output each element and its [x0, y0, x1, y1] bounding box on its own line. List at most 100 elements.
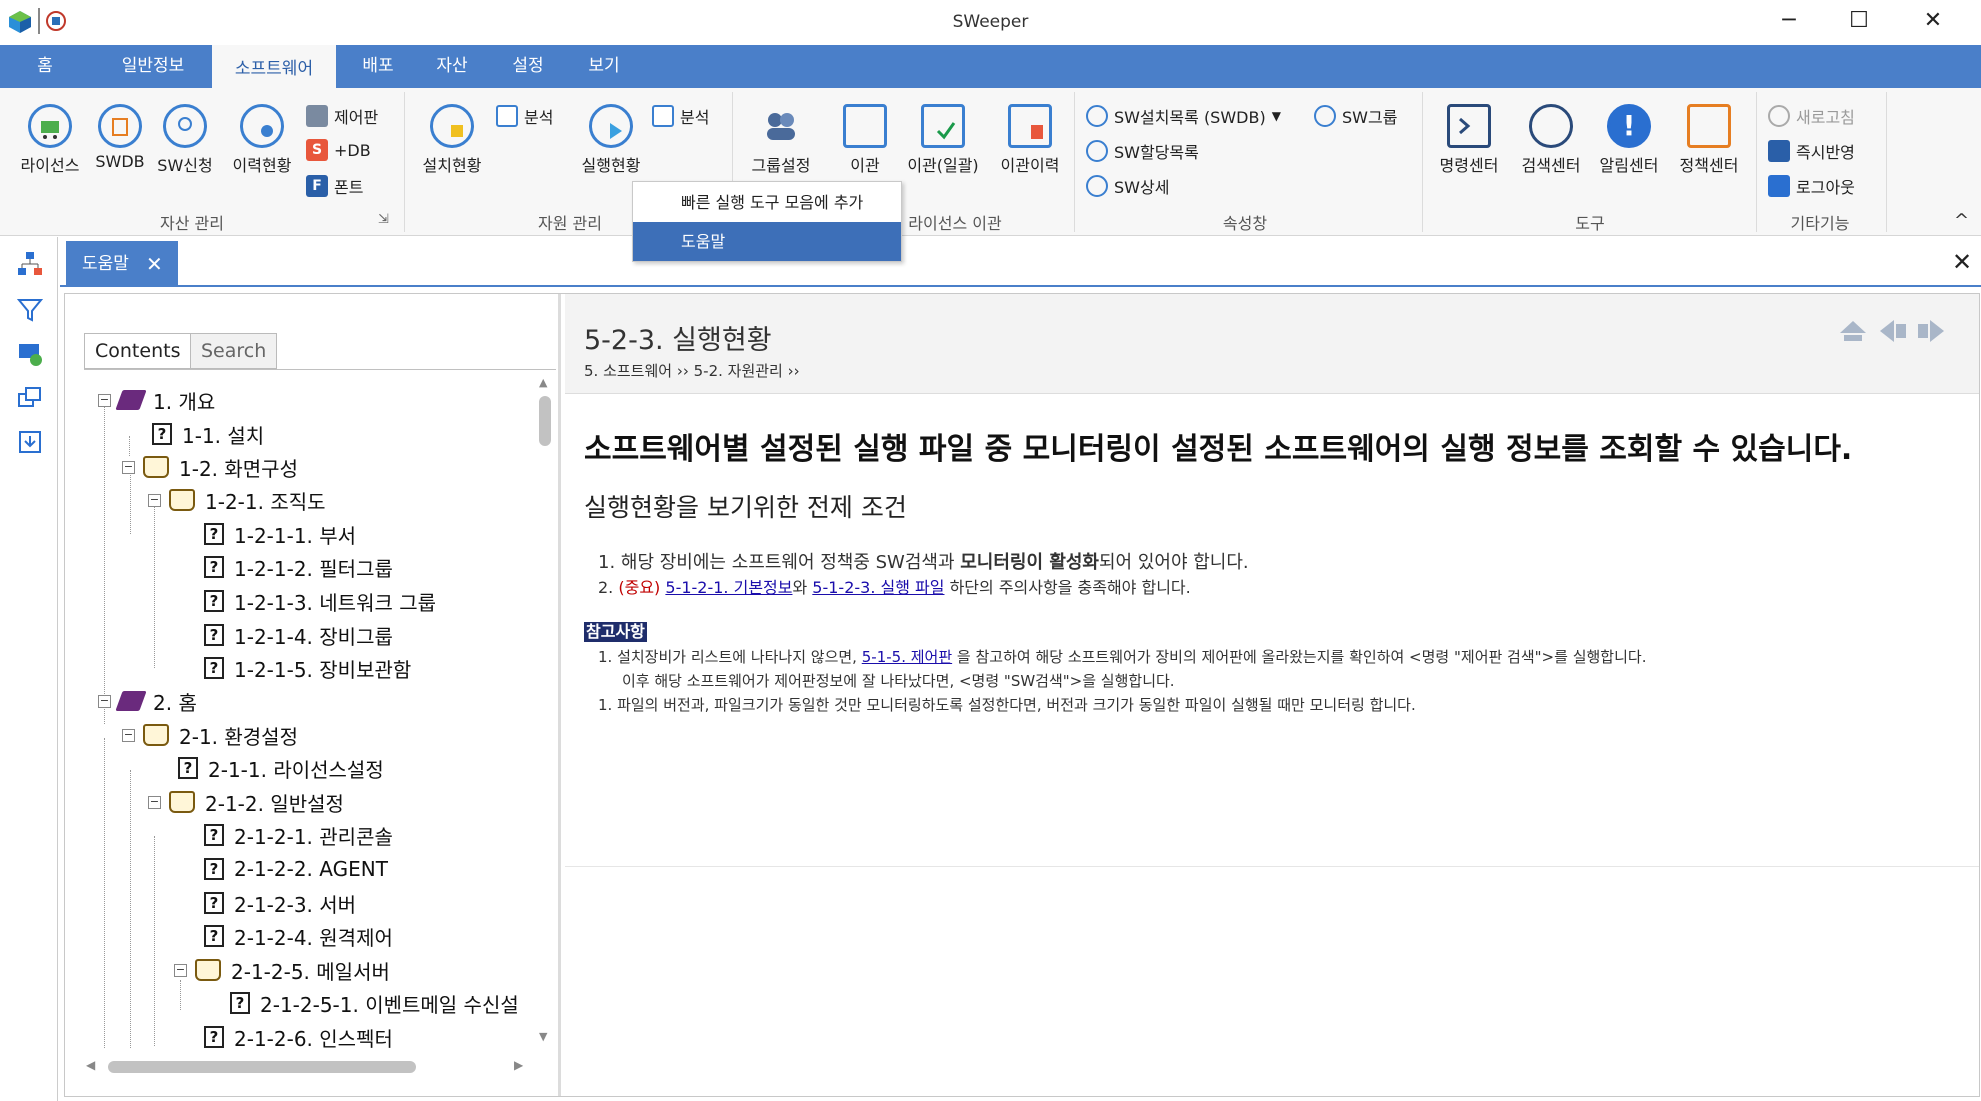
analyze-button-1[interactable]: 분석	[496, 104, 553, 128]
alert-center-button[interactable]: ! 알림센터	[1588, 104, 1670, 176]
group-setting-button[interactable]: 그룹설정	[740, 104, 822, 176]
menu-item-add-to-quick-access[interactable]: 빠른 실행 도구 모음에 추가	[633, 183, 901, 222]
sw-group-button[interactable]: SW그룹	[1314, 104, 1397, 128]
tab-settings[interactable]: 설정	[496, 45, 560, 88]
collapse-toggle-icon[interactable]: −	[174, 963, 187, 977]
tree-node[interactable]: − 1. 개요	[98, 385, 215, 415]
policy-center-button[interactable]: 정책센터	[1668, 104, 1750, 176]
scroll-left-icon[interactable]: ◀	[86, 1058, 95, 1072]
tab-software[interactable]: 소프트웨어	[212, 45, 336, 88]
tree-node[interactable]: ? 2-1-2-1. 관리콘솔	[204, 820, 393, 850]
sw-install-list-button[interactable]: SW설치목록 (SWDB) ▼	[1086, 104, 1281, 128]
link-basic-info[interactable]: 5-1-2-1. 기본정보	[665, 578, 792, 597]
filter-icon[interactable]	[16, 296, 44, 324]
menu-item-help[interactable]: 도움말	[633, 222, 901, 261]
next-page-icon[interactable]	[1916, 318, 1946, 344]
tree-node[interactable]: ? 1-1. 설치	[152, 419, 264, 449]
device-group-icon[interactable]	[16, 384, 44, 412]
link-control-panel[interactable]: 5-1-5. 제어판	[862, 648, 952, 666]
maximize-button[interactable]: ☐	[1824, 0, 1894, 45]
home-up-icon[interactable]	[1838, 318, 1868, 344]
sw-assign-list-button[interactable]: SW할당목록	[1086, 139, 1199, 163]
sw-assign-list-label: SW할당목록	[1114, 143, 1199, 162]
add-db-button[interactable]: S +DB	[306, 139, 371, 161]
collapse-toggle-icon[interactable]: −	[148, 493, 161, 507]
tree-node[interactable]: ? 1-2-1-2. 필터그룹	[204, 552, 393, 582]
scroll-down-icon[interactable]: ▼	[539, 1030, 547, 1043]
tree-node[interactable]: − 2. 홈	[98, 686, 197, 716]
sw-detail-button[interactable]: SW상세	[1086, 174, 1169, 198]
command-center-button[interactable]: 명령센터	[1428, 104, 1510, 176]
close-panel-icon[interactable]: ✕	[1952, 248, 1972, 276]
logout-button[interactable]: 로그아웃	[1768, 174, 1855, 198]
font-icon: F	[306, 175, 328, 197]
tree-node[interactable]: − 1-2. 화면구성	[122, 452, 298, 482]
link-executable-file[interactable]: 5-1-2-3. 실행 파일	[812, 578, 944, 597]
tree-node[interactable]: ? 2-1-2-4. 원격제어	[204, 921, 393, 951]
collapse-toggle-icon[interactable]: −	[98, 694, 111, 708]
tree-vertical-scrollbar[interactable]	[535, 372, 553, 1048]
collapse-toggle-icon[interactable]: −	[122, 728, 135, 742]
tree-node[interactable]: ? 1-2-1-5. 장비보관함	[204, 653, 411, 683]
transfer-history-button[interactable]: 이관이력	[990, 104, 1070, 176]
tab-general-info[interactable]: 일반정보	[100, 45, 206, 88]
scroll-up-icon[interactable]: ▲	[539, 376, 547, 389]
device-storage-icon[interactable]	[16, 428, 44, 456]
transfer-button[interactable]: 이관	[830, 104, 900, 176]
breadcrumb[interactable]: 5. 소프트웨어 ›› 5-2. 자원관리 ››	[584, 360, 800, 381]
minimize-button[interactable]: ─	[1754, 0, 1824, 45]
apply-now-button[interactable]: 즉시반영	[1768, 139, 1855, 163]
batch-transfer-button[interactable]: 이관(일괄)	[900, 104, 986, 176]
tab-asset[interactable]: 자산	[420, 45, 484, 88]
collapse-ribbon-icon[interactable]: ^	[1954, 210, 1969, 231]
dialog-launcher-icon[interactable]: ⇲	[378, 212, 389, 227]
license-button[interactable]: 라이선스	[10, 104, 90, 176]
license-group-label: 라이선스 이관	[908, 214, 1002, 233]
help-page-icon: ?	[178, 757, 198, 779]
close-tab-icon[interactable]: ✕	[146, 241, 163, 287]
tab-home[interactable]: 홈	[14, 45, 76, 88]
tab-view[interactable]: 보기	[572, 45, 636, 88]
tree-node[interactable]: ? 2-1-2-2. AGENT	[204, 854, 388, 884]
tree-node-label: 1-2-1-2. 필터그룹	[234, 556, 393, 581]
batch-transfer-icon	[921, 104, 965, 148]
tree-node[interactable]: ? 2-1-2-6. 인스펙터	[204, 1022, 393, 1052]
collapse-toggle-icon[interactable]: −	[148, 795, 161, 809]
horizontal-scroll-thumb[interactable]	[108, 1061, 416, 1073]
collapse-toggle-icon[interactable]: −	[98, 393, 111, 407]
tab-deploy[interactable]: 배포	[346, 45, 410, 88]
tab-search[interactable]: Search	[190, 333, 278, 369]
analyze-button-2[interactable]: 분석	[652, 104, 709, 128]
sw-request-button[interactable]: SW신청	[150, 104, 220, 176]
tree-node[interactable]: ? 1-2-1-1. 부서	[204, 519, 356, 549]
control-panel-button[interactable]: 제어판	[306, 104, 378, 128]
dropdown-arrow-icon[interactable]: ▼	[1272, 109, 1281, 123]
tree-node[interactable]: − 2-1-2. 일반설정	[148, 787, 344, 817]
previous-page-icon[interactable]	[1878, 318, 1908, 344]
close-window-button[interactable]: ✕	[1898, 0, 1968, 45]
history-status-button[interactable]: 이력현황	[222, 104, 302, 176]
text: 되어 있어야 합니다.	[1099, 552, 1249, 573]
scroll-right-icon[interactable]: ▶	[514, 1058, 523, 1072]
tree-node[interactable]: ? 2-1-2-5-1. 이벤트메일 수신설	[230, 988, 519, 1018]
network-icon[interactable]	[16, 340, 44, 368]
tree-node[interactable]: ? 1-2-1-3. 네트워크 그룹	[204, 586, 436, 616]
swdb-button[interactable]: SWDB	[90, 104, 150, 171]
tree-node[interactable]: ? 2-1-1. 라이선스설정	[178, 753, 384, 783]
tab-contents[interactable]: Contents	[84, 333, 192, 369]
tree-node[interactable]: − 2-1. 환경설정	[122, 720, 298, 750]
tree-node[interactable]: − 2-1-2-5. 메일서버	[174, 955, 390, 985]
collapse-toggle-icon[interactable]: −	[122, 460, 135, 474]
tree-node[interactable]: ? 2-1-2-3. 서버	[204, 888, 356, 918]
policy-icon	[1687, 104, 1731, 148]
refresh-button[interactable]: 새로고침	[1768, 104, 1855, 128]
org-chart-icon[interactable]	[16, 250, 44, 278]
font-button[interactable]: F 폰트	[306, 174, 363, 198]
install-status-button[interactable]: 설치현황	[412, 104, 492, 176]
run-status-button[interactable]: 실행현황	[566, 104, 656, 176]
tree-node[interactable]: − 1-2-1. 조직도	[148, 485, 326, 515]
tree-node[interactable]: ? 1-2-1-4. 장비그룹	[204, 620, 393, 650]
search-center-button[interactable]: 검색센터	[1510, 104, 1592, 176]
section-heading: 실행현황을 보기위한 전제 조건	[584, 493, 907, 522]
vertical-scroll-thumb[interactable]	[539, 396, 551, 446]
